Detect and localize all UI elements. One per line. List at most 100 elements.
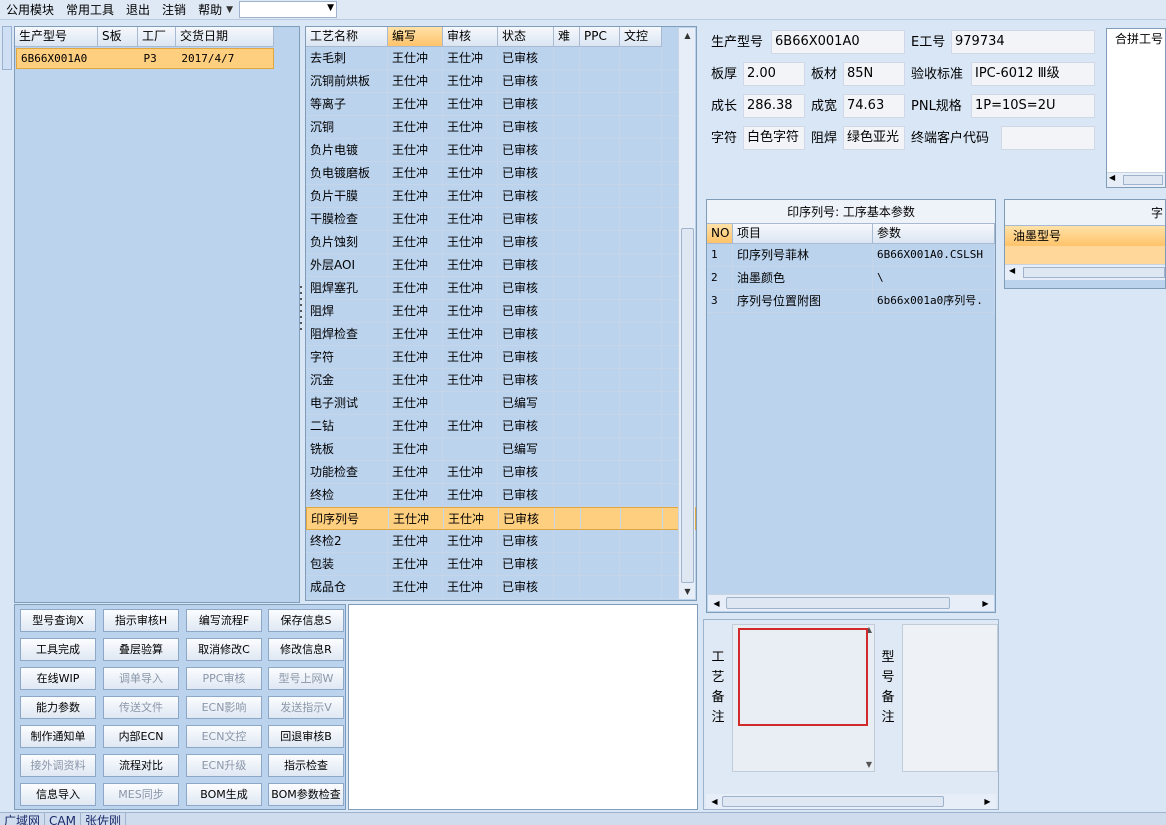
col-header-delivery-date[interactable]: 交货日期 (176, 27, 274, 47)
param-row[interactable]: 3 序列号位置附图 6b66x001a0序列号. (707, 290, 995, 313)
status-tab-cam[interactable]: CAM (45, 813, 81, 825)
action-button[interactable]: BOM生成 (186, 783, 262, 806)
scroll-thumb[interactable] (722, 796, 944, 807)
action-button[interactable]: 叠层验算 (103, 638, 179, 661)
process-row[interactable]: 沉铜前烘板 王仕冲 王仕冲 已审核 (306, 70, 696, 93)
chevron-down-icon[interactable]: ▼ (327, 3, 334, 13)
action-button[interactable]: 在线WIP (20, 667, 96, 690)
scroll-left-icon[interactable]: ◀ (707, 794, 722, 809)
merge-hscrollbar[interactable]: ◀ (1107, 172, 1165, 187)
col-header-status[interactable]: 状态 (498, 27, 554, 47)
process-row[interactable]: 功能检查 王仕冲 王仕冲 已审核 (306, 461, 696, 484)
process-row[interactable]: 去毛刺 王仕冲 王仕冲 已审核 (306, 47, 696, 70)
process-row[interactable]: 成品仓 王仕冲 王仕冲 已审核 (306, 576, 696, 599)
col-header-writer[interactable]: 编写 (388, 27, 443, 47)
status-tab-user[interactable]: 张佐刚 (81, 813, 126, 825)
process-row[interactable]: 电子测试 王仕冲 已编写 (306, 392, 696, 415)
action-button[interactable]: 工具完成 (20, 638, 96, 661)
field-width[interactable]: 74.63 (843, 94, 905, 118)
action-button[interactable]: 指示检查 (268, 754, 344, 777)
scroll-thumb[interactable] (1123, 175, 1163, 185)
process-row[interactable]: 阻焊塞孔 王仕冲 王仕冲 已审核 (306, 277, 696, 300)
col-header-ink-model[interactable]: 油墨型号 (1005, 226, 1165, 246)
menu-combo-box[interactable]: ▼ (239, 1, 337, 18)
col-header-model[interactable]: 生产型号 (15, 27, 98, 47)
status-tab-wan[interactable]: 广域网 (0, 813, 46, 825)
action-button[interactable]: 编写流程F (186, 609, 262, 632)
action-button[interactable]: 保存信息S (268, 609, 344, 632)
action-button[interactable]: 修改信息R (268, 638, 344, 661)
field-solder-mask[interactable]: 绿色亚光 (843, 126, 905, 150)
menu-dropdown-arrow-icon[interactable]: ▼ (226, 5, 233, 15)
process-row[interactable]: 印序列号 王仕冲 王仕冲 已审核 (306, 507, 696, 530)
process-row[interactable]: 二钻 王仕冲 王仕冲 已审核 (306, 415, 696, 438)
process-row[interactable]: 负片蚀刻 王仕冲 王仕冲 已审核 (306, 231, 696, 254)
scroll-thumb[interactable] (726, 597, 950, 609)
action-button[interactable]: 流程对比 (103, 754, 179, 777)
field-character[interactable]: 白色字符 (743, 126, 805, 150)
col-header-process-name[interactable]: 工艺名称 (306, 27, 388, 47)
params-hscrollbar[interactable]: ◀ ▶ (708, 594, 994, 611)
ink-hscrollbar[interactable]: ◀ (1005, 264, 1165, 280)
field-e-no[interactable]: 979734 (951, 30, 1095, 54)
process-row[interactable]: 沉金 王仕冲 王仕冲 已审核 (306, 369, 696, 392)
remarks-hscrollbar[interactable]: ◀ ▶ (706, 794, 996, 809)
action-button[interactable]: 取消修改C (186, 638, 262, 661)
col-header-ppc[interactable]: PPC (580, 27, 620, 47)
process-row[interactable]: 铣板 王仕冲 已编写 (306, 438, 696, 461)
scroll-left-icon[interactable]: ◀ (1109, 173, 1115, 182)
scroll-thumb[interactable] (681, 228, 694, 583)
menu-exit[interactable]: 退出 (120, 1, 156, 19)
menu-help[interactable]: 帮助 (192, 1, 228, 19)
scroll-right-icon[interactable]: ▶ (980, 794, 995, 809)
action-button[interactable]: 指示审核H (103, 609, 179, 632)
col-header-factory[interactable]: 工厂 (138, 27, 176, 47)
field-length[interactable]: 286.38 (743, 94, 805, 118)
scroll-thumb[interactable] (1023, 267, 1165, 278)
process-row[interactable]: 干膜检查 王仕冲 王仕冲 已审核 (306, 208, 696, 231)
col-header-param[interactable]: 参数 (873, 224, 995, 244)
menu-public-modules[interactable]: 公用模块 (0, 1, 60, 19)
col-header-no[interactable]: NO (707, 224, 733, 244)
process-row[interactable]: 负片干膜 王仕冲 王仕冲 已审核 (306, 185, 696, 208)
scroll-up-icon[interactable]: ▲ (680, 28, 695, 43)
process-row[interactable]: 外层AOI 王仕冲 王仕冲 已审核 (306, 254, 696, 277)
param-row[interactable]: 1 印序列号菲林 6B66X001A0.CSLSH (707, 244, 995, 267)
action-button[interactable]: 内部ECN (103, 725, 179, 748)
scroll-left-icon[interactable]: ◀ (1009, 266, 1015, 275)
action-button[interactable]: BOM参数检查 (268, 783, 344, 806)
process-row[interactable]: 负片电镀 王仕冲 王仕冲 已审核 (306, 139, 696, 162)
order-row[interactable]: 6B66X001A0 P3 2017/4/7 (16, 48, 274, 69)
action-button[interactable]: 回退审核B (268, 725, 344, 748)
action-button[interactable]: 能力参数 (20, 696, 96, 719)
model-remark-field[interactable] (902, 624, 998, 772)
splitter-handle[interactable] (298, 280, 304, 350)
field-pnl[interactable]: 1P=10S=2U (971, 94, 1095, 118)
process-row[interactable]: 包装 王仕冲 王仕冲 已审核 (306, 553, 696, 576)
col-header-item[interactable]: 项目 (733, 224, 873, 244)
process-row[interactable]: 阻焊 王仕冲 王仕冲 已审核 (306, 300, 696, 323)
field-customer-code[interactable] (1001, 126, 1095, 150)
field-thickness[interactable]: 2.00 (743, 62, 805, 86)
action-button[interactable]: 制作通知单 (20, 725, 96, 748)
param-row[interactable]: 2 油墨颜色 \ (707, 267, 995, 290)
process-row[interactable]: 终检2 王仕冲 王仕冲 已审核 (306, 530, 696, 553)
process-row[interactable]: 阻焊检查 王仕冲 王仕冲 已审核 (306, 323, 696, 346)
col-header-reviewer[interactable]: 审核 (443, 27, 498, 47)
menu-common-tools[interactable]: 常用工具 (60, 1, 120, 19)
field-material[interactable]: 85N (843, 62, 905, 86)
process-row[interactable]: 沉铜 王仕冲 王仕冲 已审核 (306, 116, 696, 139)
action-button[interactable]: 型号查询X (20, 609, 96, 632)
col-header-s-board[interactable]: S板 (98, 27, 138, 47)
scroll-down-icon[interactable]: ▼ (680, 584, 695, 599)
field-model[interactable]: 6B66X001A0 (771, 30, 905, 54)
process-row[interactable]: 终检 王仕冲 王仕冲 已审核 (306, 484, 696, 507)
scroll-left-icon[interactable]: ◀ (709, 596, 724, 611)
left-collapse-tab[interactable] (2, 26, 12, 70)
process-vscrollbar[interactable]: ▲ ▼ (678, 28, 695, 599)
col-header-difficulty[interactable]: 难 (554, 27, 580, 47)
field-standard[interactable]: IPC-6012 Ⅲ级 (971, 62, 1095, 86)
action-button[interactable]: 信息导入 (20, 783, 96, 806)
scroll-down-icon[interactable]: ▼ (866, 760, 872, 769)
process-row[interactable]: 等离子 王仕冲 王仕冲 已审核 (306, 93, 696, 116)
